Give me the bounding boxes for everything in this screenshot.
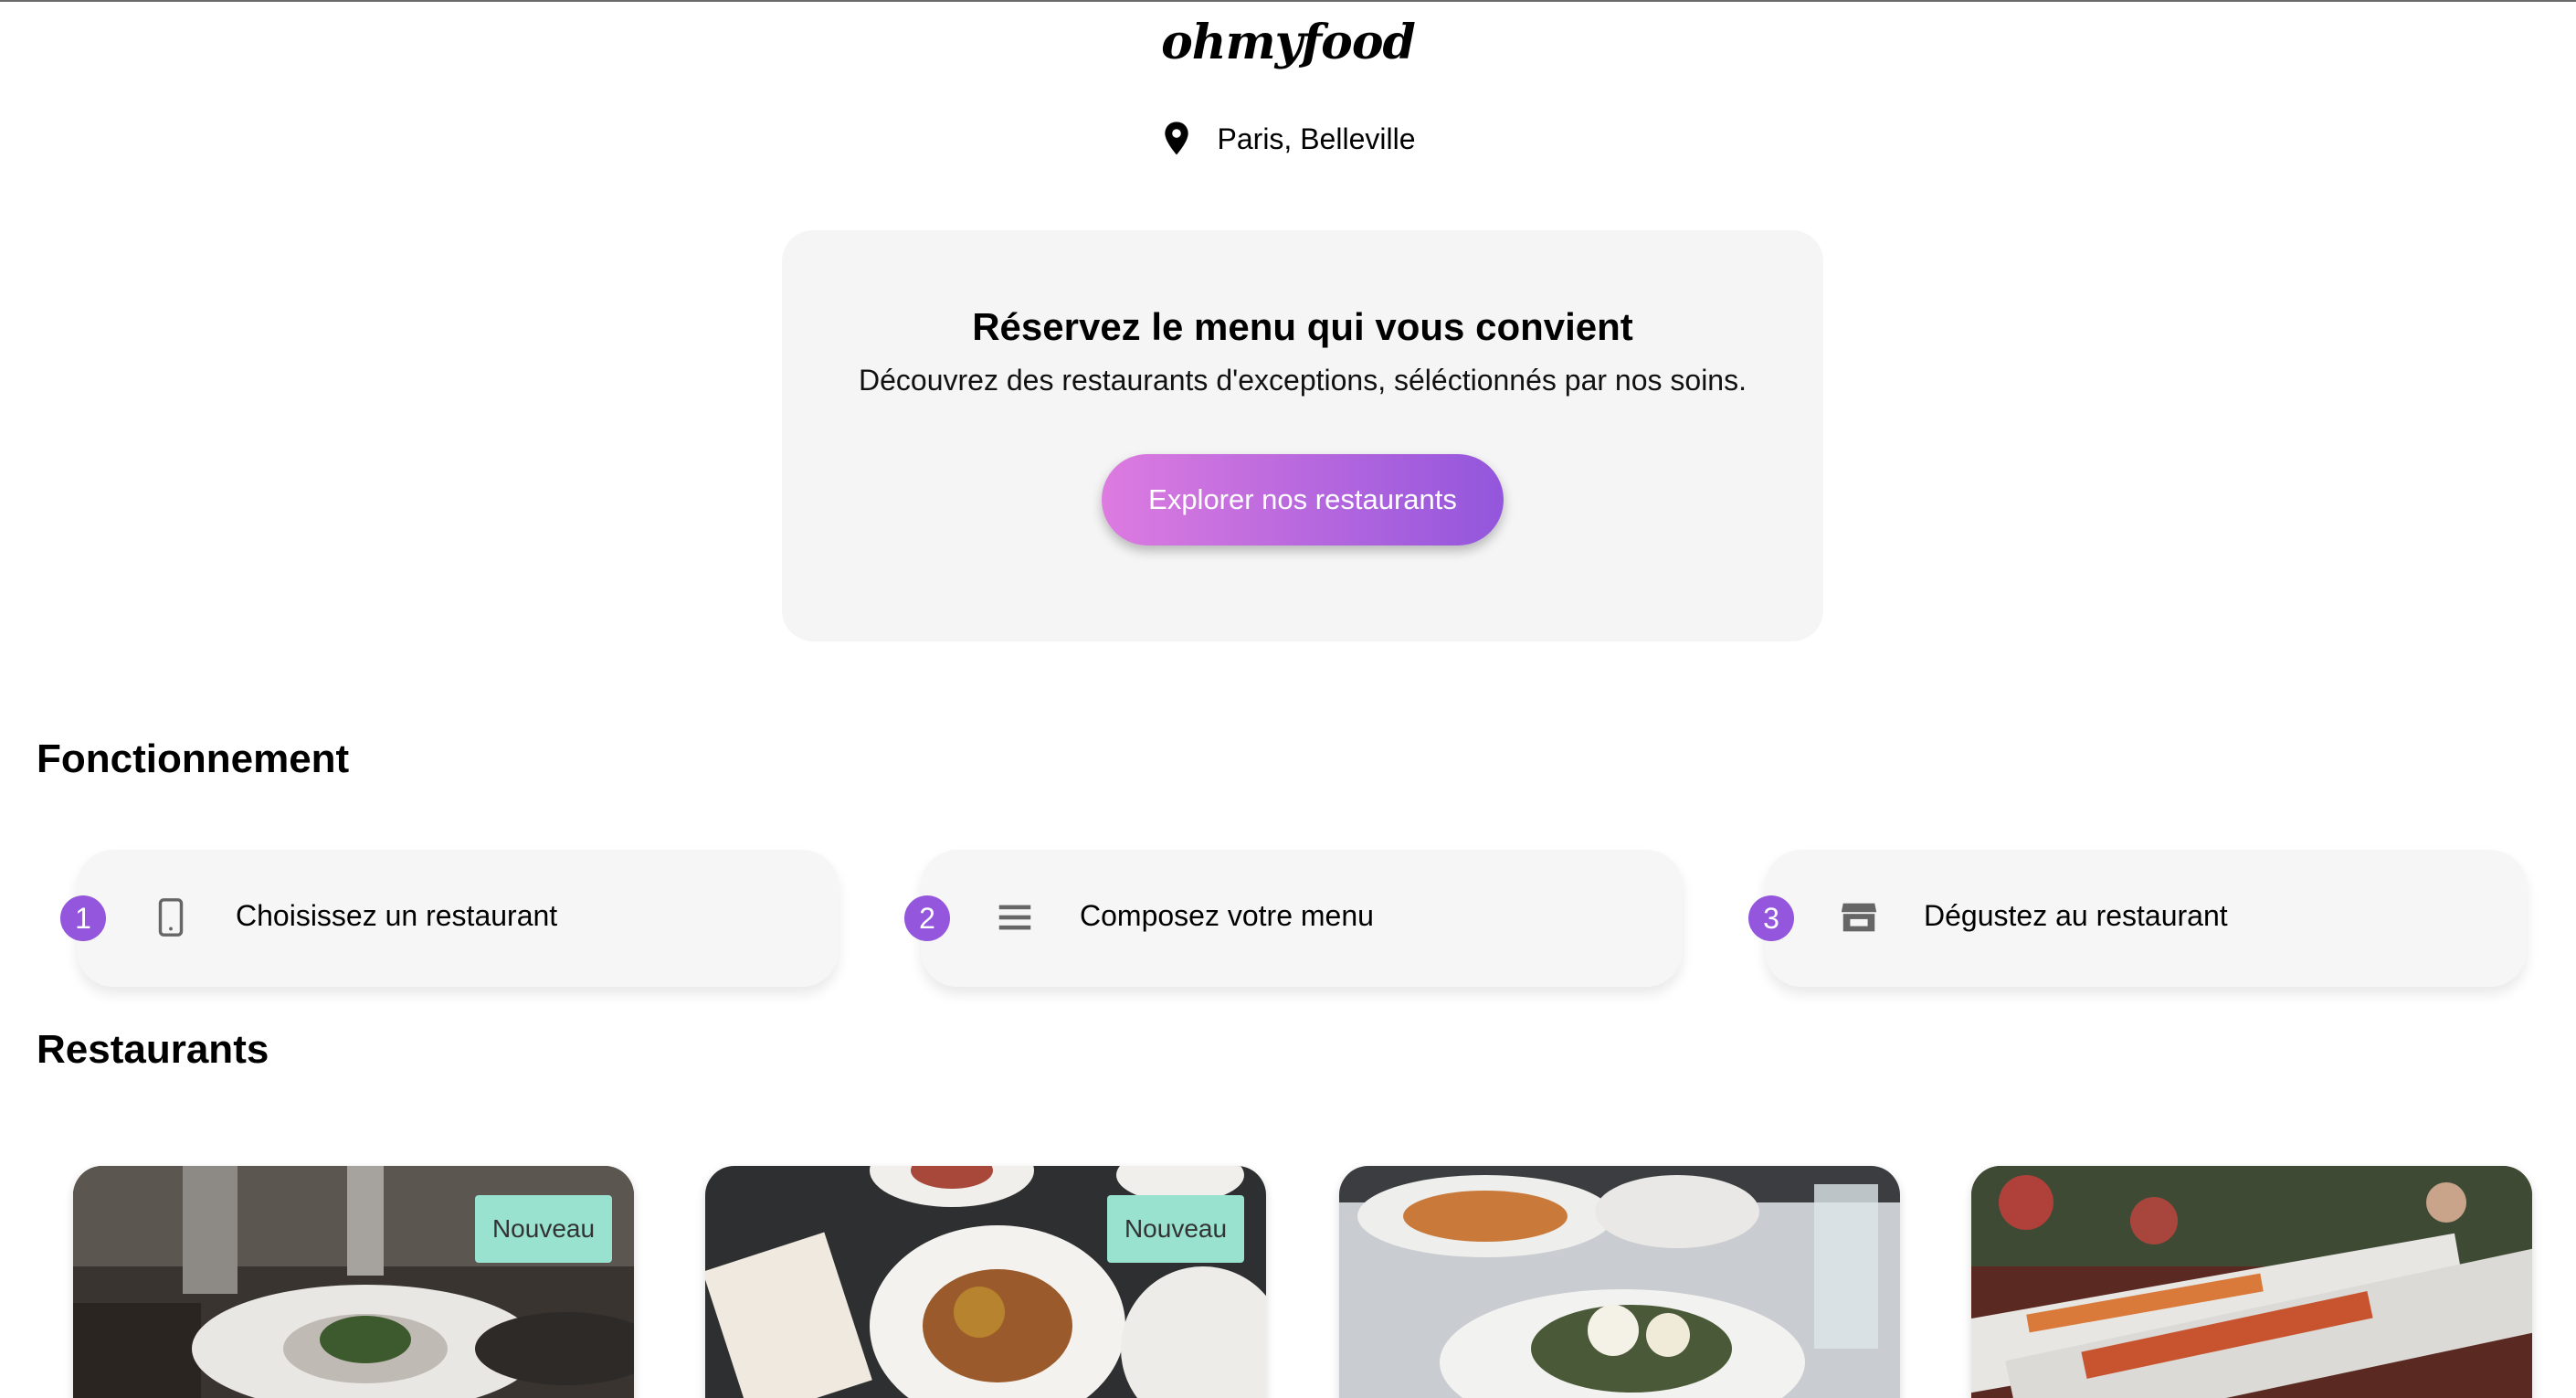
storefront-icon [1841,903,1877,932]
step-label: Composez votre menu [1080,899,1374,932]
smartphone-icon [158,898,184,937]
step-number: 2 [904,895,950,941]
restaurants-title: Restaurants [37,1027,269,1072]
step-label: Dégustez au restaurant [1924,899,2228,932]
step-card-2: 2 Composez votre menu [904,850,1683,987]
restaurant-photo [1971,1166,2532,1398]
restaurant-card-1[interactable]: Nouveau [73,1166,634,1398]
explore-restaurants-button[interactable]: Explorer nos restaurants [1102,454,1504,545]
page: ohmyfood Paris, Belleville Réservez le m… [0,0,2576,1398]
step-card-3: 3 Dégustez au restaurant [1748,850,2527,987]
location-pin-icon [1164,122,1188,155]
restaurant-card-4[interactable] [1971,1166,2532,1398]
location-label: Paris, Belleville [1217,122,1416,155]
restaurant-card-2[interactable]: Nouveau [705,1166,1266,1398]
step-card-1: 1 Choisissez un restaurant [60,850,839,987]
how-it-works-title: Fonctionnement [37,736,350,781]
hero-panel: Réservez le menu qui vous convient Décou… [782,230,1823,641]
new-badge: Nouveau [475,1195,612,1263]
brand-logo[interactable]: ohmyfood [0,15,2576,70]
new-badge: Nouveau [1107,1195,1244,1263]
step-number: 3 [1748,895,1794,941]
restaurant-card-3[interactable] [1339,1166,1900,1398]
step-number: 1 [60,895,106,941]
restaurant-photo [1339,1166,1900,1398]
hero-title: Réservez le menu qui vous convient [972,305,1633,348]
menu-lines-icon [998,905,1031,930]
hero-subtitle: Découvrez des restaurants d'exceptions, … [859,364,1747,397]
location-bar: Paris, Belleville [0,121,2576,157]
step-label: Choisissez un restaurant [236,899,558,932]
